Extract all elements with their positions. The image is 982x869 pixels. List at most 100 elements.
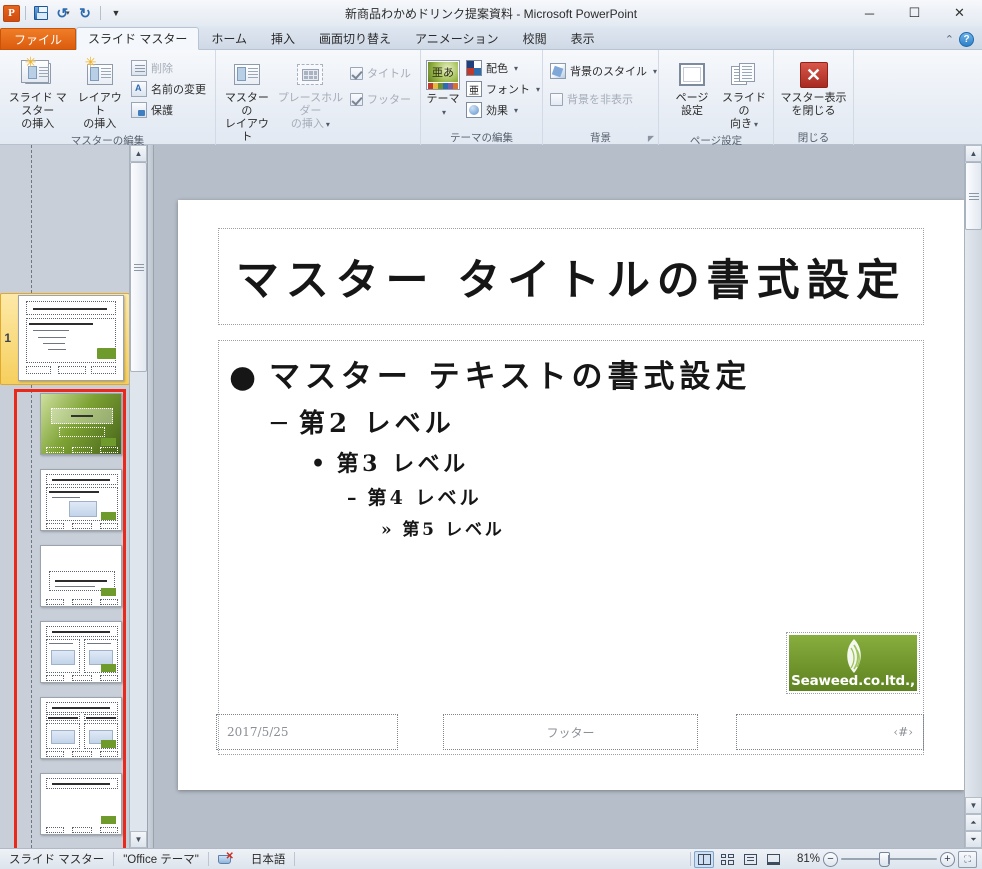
slide-thumbnail-pane[interactable]: 1 ▲ ▼ (0, 145, 148, 848)
insert-placeholder-button[interactable]: プレースホルダー の挿入 ▾ (276, 55, 345, 133)
footer-placeholder[interactable]: フッター (443, 714, 698, 750)
thumbnail-scroll-up-button[interactable]: ▲ (130, 145, 147, 162)
fit-to-window-button[interactable]: ⛶ (958, 850, 977, 868)
next-slide-button[interactable]: ⏷ (965, 831, 982, 848)
main-scroll-thumb[interactable] (965, 162, 982, 230)
slide-number-placeholder[interactable]: ‹#› (736, 714, 924, 750)
theme-fonts-button[interactable]: 亜 フォント ▾ (463, 79, 545, 99)
slide-edit-area[interactable]: マスター タイトルの書式設定 ● マスター テキストの書式設定 ─ 第2 レベル… (154, 145, 982, 848)
divider (294, 852, 296, 866)
tab-transitions[interactable]: 画面切り替え (307, 27, 403, 50)
zoom-out-button[interactable]: − (823, 851, 838, 867)
body-level-3-text: 第3 レベル (336, 451, 469, 477)
thumbnail-layout-title-only[interactable] (40, 773, 122, 835)
thumbnail-layout-title-and-content[interactable] (40, 469, 122, 531)
tab-home[interactable]: ホーム (199, 27, 259, 50)
date-placeholder[interactable]: 2017/5/25 (216, 714, 398, 750)
footer-checkbox[interactable] (350, 92, 363, 106)
thumbnail-layout-comparison[interactable] (40, 697, 122, 759)
tab-file[interactable]: ファイル (0, 28, 77, 50)
themes-button[interactable]: 亜あ テーマ ▾ (425, 55, 461, 121)
slide-show-button[interactable] (763, 851, 783, 868)
close-master-view-button[interactable]: ✕ マスター表示 を閉じる (778, 55, 849, 120)
tab-slide-master[interactable]: スライド マスター (76, 27, 200, 50)
status-spellcheck[interactable]: ✕ (209, 850, 242, 869)
title-checkbox-row[interactable]: タイトル (347, 63, 416, 83)
status-theme-name[interactable]: "Office テーマ" (114, 850, 208, 869)
thumbnail-row-layout-content[interactable] (0, 469, 130, 531)
hide-background-graphics-checkbox[interactable] (550, 92, 563, 106)
master-layout-button[interactable]: マスターの レイアウト (220, 55, 274, 146)
thumbnail-layout-two-content[interactable] (40, 621, 122, 683)
rename-master-button[interactable]: 名前の変更 (128, 79, 211, 99)
undo-icon[interactable]: ↺ ▾ (53, 3, 73, 23)
close-button[interactable]: ✕ (937, 1, 982, 25)
minimize-button[interactable]: ─ (847, 1, 892, 25)
main-vertical-scrollbar[interactable]: ▲ ▼ ⏶ ⏷ (964, 145, 982, 848)
previous-slide-button[interactable]: ⏶ (965, 814, 982, 831)
theme-effects-button[interactable]: 効果 ▾ (463, 100, 545, 120)
save-icon[interactable] (31, 3, 51, 23)
theme-colors-button[interactable]: 配色 ▾ (463, 58, 545, 78)
maximize-button[interactable]: ☐ (892, 1, 937, 25)
reading-view-button[interactable] (740, 851, 760, 868)
title-checkbox[interactable] (350, 66, 363, 80)
chevron-down-icon[interactable]: ▾ (326, 120, 330, 129)
thumbnail-scroll-track[interactable] (130, 162, 147, 831)
thumbnail-layout-title-slide[interactable] (40, 393, 122, 455)
themes-chevron-down-icon[interactable]: ▾ (442, 108, 446, 117)
tab-animations[interactable]: アニメーション (403, 27, 511, 50)
thumbnail-row-layout-title[interactable] (0, 393, 130, 455)
thumbnail-row-master[interactable]: 1 (0, 295, 130, 381)
chevron-down-icon[interactable]: ▾ (653, 67, 657, 76)
thumbnail-slide-master[interactable] (18, 295, 124, 381)
background-dialog-launcher[interactable]: ◤ (648, 134, 654, 143)
thumbnail-scrollbar[interactable]: ▲ ▼ (129, 145, 147, 848)
slide-sorter-view-button[interactable] (717, 851, 737, 868)
background-styles-button[interactable]: 背景のスタイル ▾ (547, 61, 662, 81)
master-layout-label-1: マスターの (224, 92, 269, 117)
thumbnail-scroll-thumb[interactable] (130, 162, 147, 372)
customize-qat-chevron-down-icon[interactable]: ▼ (106, 3, 126, 23)
tab-view[interactable]: 表示 (559, 27, 607, 50)
title-bar: P ↺ ▾ ↻ ▼ 新商品わかめドリンク提案資料 - Microsoft Powe… (0, 0, 982, 26)
hide-background-graphics-row[interactable]: 背景を非表示 (547, 89, 662, 109)
thumbnail-scroll-down-button[interactable]: ▼ (130, 831, 147, 848)
insert-slide-master-button[interactable]: ✳ スライド マスター の挿入 (4, 55, 71, 133)
status-language[interactable]: 日本語 (242, 850, 295, 869)
help-icon[interactable]: ? (959, 32, 974, 47)
tab-insert[interactable]: 挿入 (259, 27, 307, 50)
delete-master-button[interactable]: 削除 (128, 58, 211, 78)
company-logo[interactable]: Seaweed.co.ltd., (789, 635, 917, 691)
redo-icon[interactable]: ↻ (75, 3, 95, 23)
footer-checkbox-row[interactable]: フッター (347, 89, 416, 109)
thumbnail-row-layout-two-content[interactable] (0, 621, 130, 683)
zoom-slider[interactable] (841, 851, 937, 867)
insert-layout-button[interactable]: ✳ レイアウト の挿入 (73, 55, 126, 133)
master-layout-checkboxes: タイトル フッター (347, 55, 416, 109)
chevron-down-icon[interactable]: ▾ (536, 85, 540, 94)
chevron-down-icon[interactable]: ▾ (514, 106, 518, 115)
title-placeholder[interactable]: マスター タイトルの書式設定 (218, 228, 924, 325)
chevron-down-icon[interactable]: ▾ (754, 120, 758, 129)
zoom-in-button[interactable]: + (940, 851, 955, 867)
logo-placeholder[interactable]: Seaweed.co.ltd., (786, 632, 920, 694)
background-buttons: 背景のスタイル ▾ 背景を非表示 (547, 55, 662, 109)
scroll-down-button[interactable]: ▼ (965, 797, 982, 814)
zoom-slider-handle[interactable] (879, 851, 890, 867)
thumbnail-layout-section-header[interactable] (40, 545, 122, 607)
zoom-level-label[interactable]: 81% (786, 853, 820, 865)
chevron-down-icon[interactable]: ▾ (514, 64, 518, 73)
slide-canvas[interactable]: マスター タイトルの書式設定 ● マスター テキストの書式設定 ─ 第2 レベル… (178, 200, 964, 790)
tab-review[interactable]: 校閲 (511, 27, 559, 50)
thumbnail-row-layout-title-only[interactable] (0, 773, 130, 835)
scroll-up-button[interactable]: ▲ (965, 145, 982, 162)
normal-view-button[interactable] (694, 850, 714, 868)
slide-orientation-button[interactable]: スライドの 向き ▾ (719, 55, 769, 133)
powerpoint-logo-icon[interactable]: P (3, 4, 20, 22)
preserve-master-button[interactable]: 保護 (128, 100, 211, 120)
thumbnail-row-layout-comparison[interactable] (0, 697, 130, 759)
page-setup-button[interactable]: ページ 設定 (667, 55, 717, 120)
collapse-ribbon-chevron-up-icon[interactable]: ⌃ (945, 33, 954, 46)
thumbnail-row-layout-section[interactable] (0, 545, 130, 607)
